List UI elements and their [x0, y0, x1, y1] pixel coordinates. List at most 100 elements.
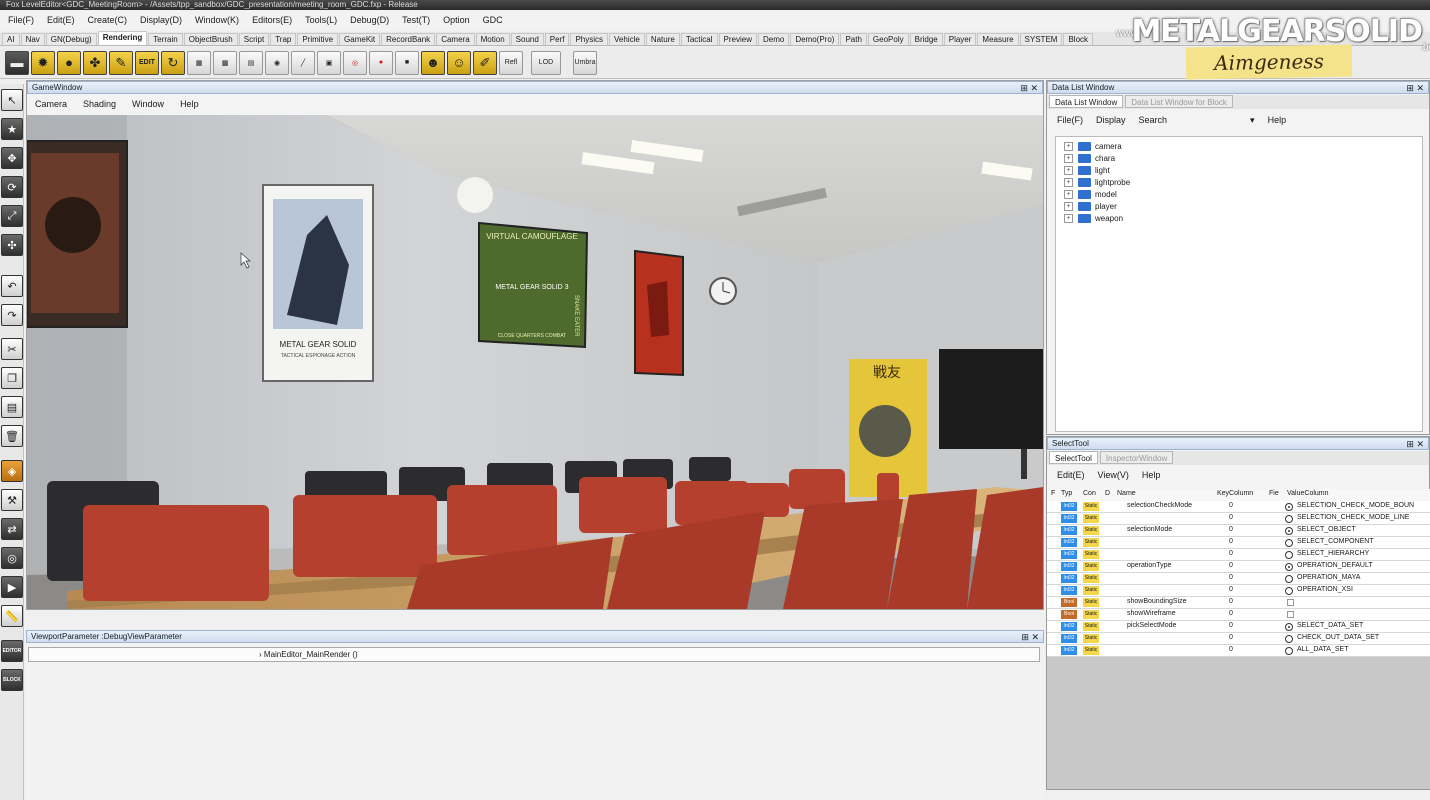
fan-icon[interactable]: ✤ [83, 50, 107, 75]
undo-icon[interactable]: ↶ [1, 275, 23, 297]
menu-editors[interactable]: Editors(E) [248, 15, 301, 25]
radio-button[interactable] [1285, 635, 1293, 643]
checker-icon[interactable]: ▦ [187, 50, 211, 75]
tree-item-weapon[interactable]: + weapon [1064, 212, 1422, 224]
light-bulb-icon[interactable]: ● [57, 50, 81, 75]
gw-menu-camera[interactable]: Camera [35, 99, 67, 109]
tab-gn-debug[interactable]: GN(Debug) [45, 33, 97, 45]
umbra-button[interactable]: Umbra [573, 50, 597, 75]
tree-item-chara[interactable]: + chara [1064, 152, 1422, 164]
tab-camera[interactable]: Camera [436, 33, 475, 45]
3d-viewport[interactable]: METAL GEAR SOLID TACTICAL ESPIONAGE ACTI… [27, 115, 1043, 609]
video-icon[interactable]: ▶ [1, 576, 23, 598]
tab-player[interactable]: Player [943, 33, 977, 45]
checkbox[interactable] [1287, 611, 1294, 618]
expand-plus-icon[interactable]: + [1064, 165, 1073, 175]
tab-measure[interactable]: Measure [977, 33, 1019, 45]
redo-icon[interactable]: ↷ [1, 304, 23, 326]
tab-system[interactable]: SYSTEM [1019, 33, 1063, 45]
menu-create[interactable]: Create(C) [84, 15, 137, 25]
table-row[interactable]: Bool Static showWireframe 0 [1047, 609, 1430, 621]
gw-menu-help[interactable]: Help [180, 99, 199, 109]
gw-menu-window[interactable]: Window [132, 99, 164, 109]
tree-item-player[interactable]: + player [1064, 200, 1422, 212]
radio-button[interactable] [1285, 515, 1293, 523]
select-arrow-icon[interactable]: ↖ [1, 89, 23, 111]
cut-icon[interactable]: ✂ [1, 338, 23, 360]
table-row[interactable]: Int32 Static selectionCheckMode 0 SELECTION_… [1047, 501, 1430, 513]
select-tool-menu-help[interactable]: Help [1142, 470, 1161, 480]
sun-icon[interactable]: ✹ [31, 50, 55, 75]
table-row[interactable]: Int32 Static 0 CHECK_OUT_DATA_SET [1047, 633, 1430, 645]
expand-plus-icon[interactable]: + [1064, 213, 1073, 223]
data-list-controls-icon[interactable]: ⊞ ✕ [1406, 82, 1424, 94]
scale-tool-icon[interactable]: ⤢ [1, 205, 23, 227]
data-list-menu-file[interactable]: File(F) [1057, 115, 1083, 125]
tab-demo-pro[interactable]: Demo(Pro) [790, 33, 840, 45]
menu-option[interactable]: Option [439, 15, 479, 25]
menu-edit[interactable]: Edit(E) [43, 15, 84, 25]
rotate-tool-icon[interactable]: ⟳ [1, 176, 23, 198]
tab-nav[interactable]: Nav [20, 33, 45, 45]
tab-data-list-window[interactable]: Data List Window [1049, 95, 1124, 108]
table-row[interactable]: Bool Static showBoundingSize 0 [1047, 597, 1430, 609]
tab-terrain[interactable]: Terrain [148, 33, 183, 45]
camera-tool-icon[interactable]: ◎ [1, 547, 23, 569]
star-tool-icon[interactable]: ★ [1, 118, 23, 140]
expand-plus-icon[interactable]: + [1064, 153, 1073, 163]
radio-button[interactable] [1285, 563, 1293, 571]
radio-button[interactable] [1285, 587, 1293, 595]
menu-debug[interactable]: Debug(D) [346, 15, 398, 25]
expand-plus-icon[interactable]: + [1064, 141, 1073, 151]
delete-icon[interactable]: 🗑 [1, 425, 23, 447]
radio-button[interactable] [1285, 575, 1293, 583]
menu-gdc[interactable]: GDC [479, 15, 512, 25]
character-alt-icon[interactable]: ☺ [447, 50, 471, 75]
tab-rendering[interactable]: Rendering [97, 31, 148, 45]
tab-block[interactable]: Block [1063, 33, 1094, 45]
table-row[interactable]: Int32 Static operationType 0 OPERATION_DEFAU… [1047, 561, 1430, 573]
line-tool-icon[interactable]: ╱ [291, 50, 315, 75]
radio-button[interactable] [1285, 623, 1293, 631]
menu-display[interactable]: Display(D) [136, 15, 191, 25]
data-list-menu-display[interactable]: Display [1096, 115, 1126, 125]
tab-perf[interactable]: Perf [544, 33, 570, 45]
pencil-icon[interactable]: ✎ [109, 50, 133, 75]
table-row[interactable]: Int32 Static selectionMode 0 SELECT_OBJECT [1047, 525, 1430, 537]
radio-button[interactable] [1285, 647, 1293, 655]
select-tool-controls-icon[interactable]: ⊞ ✕ [1406, 438, 1424, 450]
menu-window[interactable]: Window(K) [191, 15, 248, 25]
tab-trap[interactable]: Trap [270, 33, 297, 45]
viewport-parameter-row[interactable]: › MainEditor_MainRender () [28, 647, 1040, 662]
tab-gamekit[interactable]: GameKit [339, 33, 381, 45]
record-target-icon[interactable]: ◎ [343, 50, 367, 75]
table-row[interactable]: Int32 Static 0 SELECT_HIERARCHY [1047, 549, 1430, 561]
stop-icon[interactable]: ■ [395, 50, 419, 75]
record-icon[interactable]: ● [369, 50, 393, 75]
paste-icon[interactable]: ▤ [1, 396, 23, 418]
select-tool-menu-edit[interactable]: Edit(E) [1057, 470, 1085, 480]
gw-menu-shading[interactable]: Shading [83, 99, 116, 109]
tab-physics[interactable]: Physics [570, 33, 609, 45]
data-list-menu-search[interactable]: Search [1139, 115, 1168, 125]
panel-pin-close-icon[interactable]: ⊞ ✕ [1020, 82, 1038, 94]
tree-item-model[interactable]: + model [1064, 188, 1422, 200]
character-icon[interactable]: ☻ [421, 50, 445, 75]
table-row[interactable]: Int32 Static pickSelectMode 0 SELECT_DATA_SE… [1047, 621, 1430, 633]
grid-icon[interactable]: ▤ [239, 50, 263, 75]
tab-data-list-window-block[interactable]: Data List Window for Block [1125, 95, 1233, 108]
expand-plus-icon[interactable]: + [1064, 201, 1073, 211]
expand-arrow-icon[interactable]: › [259, 650, 262, 659]
tab-sound[interactable]: Sound [510, 33, 544, 45]
table-row[interactable]: Int32 Static 0 SELECTION_CHECK_MODE_LINE [1047, 513, 1430, 525]
expand-plus-icon[interactable]: + [1064, 189, 1073, 199]
table-row[interactable]: Int32 Static 0 OPERATION_XSI [1047, 585, 1430, 597]
tree-item-light[interactable]: + light [1064, 164, 1422, 176]
move-tool-icon[interactable]: ✥ [1, 147, 23, 169]
pencil-alt-icon[interactable]: ✐ [473, 50, 497, 75]
radio-button[interactable] [1285, 503, 1293, 511]
frame-icon[interactable]: ▣ [317, 50, 341, 75]
editor-button[interactable]: EDITOR [1, 640, 23, 662]
data-list-search-dropdown-icon[interactable]: ▾ [1250, 115, 1255, 126]
viewport-panel-controls-icon[interactable]: ⊞ ✕ [1021, 631, 1039, 643]
